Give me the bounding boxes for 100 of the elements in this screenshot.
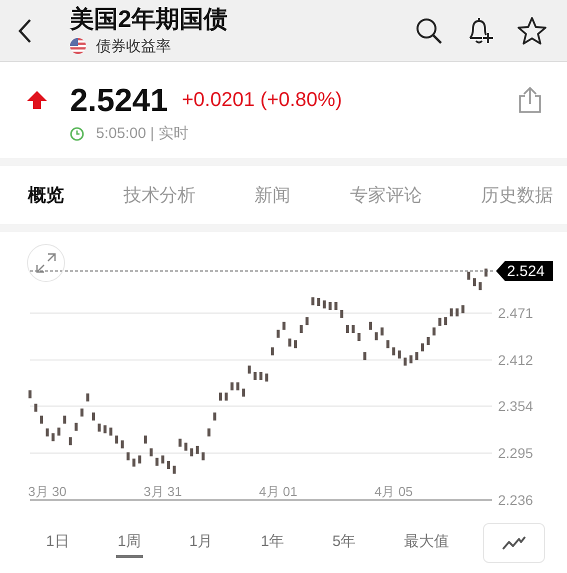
price-value: 2.5241 [70, 82, 168, 118]
data-point [68, 437, 72, 446]
data-point [126, 452, 130, 460]
tab[interactable]: 新闻 [254, 183, 290, 207]
data-point [369, 322, 372, 330]
chart-type-button[interactable] [483, 522, 545, 562]
data-point [190, 448, 194, 456]
data-point [213, 412, 216, 420]
period-tab[interactable]: 1月 [187, 528, 215, 558]
period-tab[interactable]: 最大值 [402, 528, 451, 558]
data-point [178, 438, 182, 447]
y-axis-label: 2.295 [498, 445, 534, 462]
data-point [380, 327, 384, 336]
data-point [415, 352, 418, 360]
data-point [34, 404, 38, 412]
current-value-tag: 2.524 [496, 261, 553, 281]
data-point [57, 428, 60, 436]
x-axis-label: 3月 31 [144, 484, 182, 499]
tab[interactable]: 历史数据 [481, 183, 553, 207]
data-point [248, 366, 251, 374]
data-point [28, 390, 32, 398]
period-tab[interactable]: 1日 [44, 528, 72, 558]
share-icon[interactable] [518, 86, 542, 114]
data-point [358, 333, 361, 341]
star-icon[interactable] [517, 16, 547, 46]
data-point [444, 317, 448, 326]
data-point [392, 347, 396, 356]
data-point [144, 436, 147, 444]
data-point [161, 455, 164, 464]
data-point [306, 317, 309, 326]
data-point [432, 327, 436, 336]
flag-icon [70, 38, 86, 54]
x-axis-label: 4月 05 [374, 484, 413, 499]
data-point [363, 352, 366, 360]
data-point [132, 458, 136, 467]
data-point [346, 325, 349, 334]
data-point [352, 325, 355, 334]
data-point [276, 330, 280, 338]
data-point [484, 268, 488, 277]
data-point [167, 461, 170, 470]
data-point [450, 308, 453, 316]
search-icon[interactable] [415, 16, 443, 44]
period-tab[interactable]: 1年 [258, 528, 286, 558]
data-point [456, 308, 459, 316]
y-axis-label: 2.236 [498, 492, 534, 508]
data-point [98, 424, 101, 432]
data-point [172, 466, 176, 474]
data-point [254, 372, 257, 380]
data-point [46, 428, 49, 436]
data-point [265, 374, 268, 382]
data-point [218, 392, 222, 401]
tab[interactable]: 技术分析 [123, 183, 196, 207]
data-point [224, 392, 228, 401]
data-point [202, 452, 205, 460]
x-axis-label: 3月 30 [28, 484, 66, 499]
data-point [461, 305, 464, 314]
data-point [52, 433, 55, 442]
data-point [86, 393, 90, 402]
tab[interactable]: 概览 [28, 183, 64, 207]
data-point [109, 428, 112, 436]
data-point [236, 382, 240, 390]
data-point [426, 336, 430, 345]
data-point [328, 302, 332, 310]
data-point [196, 446, 199, 454]
data-point [438, 318, 442, 326]
data-point [40, 416, 44, 424]
data-point [421, 343, 424, 352]
line-chart-icon [501, 534, 527, 550]
data-point [478, 282, 482, 290]
expand-button[interactable] [27, 244, 65, 282]
data-point [80, 408, 84, 417]
data-point [288, 338, 292, 347]
data-point [115, 436, 118, 444]
data-point [374, 332, 378, 340]
data-point [63, 416, 66, 424]
data-point [184, 442, 188, 451]
instrument-title: 美国2年期国债 [70, 6, 228, 34]
data-point [398, 350, 401, 358]
data-point [386, 340, 390, 348]
data-point [300, 325, 303, 334]
data-point [150, 448, 153, 456]
data-point [92, 412, 95, 420]
quote-time: 5:05:00 | 实时 [96, 124, 188, 143]
data-point [340, 310, 344, 318]
y-axis-label: 2.471 [498, 305, 534, 322]
data-point [467, 272, 470, 280]
data-point [120, 440, 124, 448]
data-point [404, 358, 407, 366]
tab[interactable]: 专家评论 [350, 183, 422, 207]
y-axis-label: 2.412 [498, 352, 534, 368]
data-point [230, 382, 234, 390]
clock-icon [70, 126, 84, 140]
expand-icon [35, 252, 57, 274]
data-point [311, 297, 314, 306]
period-tab[interactable]: 5年 [330, 528, 358, 558]
data-point [270, 347, 274, 356]
instrument-type: 债券收益率 [96, 36, 171, 56]
back-icon[interactable] [18, 18, 32, 44]
data-point [334, 302, 338, 310]
period-tab[interactable]: 1周 [116, 528, 143, 558]
